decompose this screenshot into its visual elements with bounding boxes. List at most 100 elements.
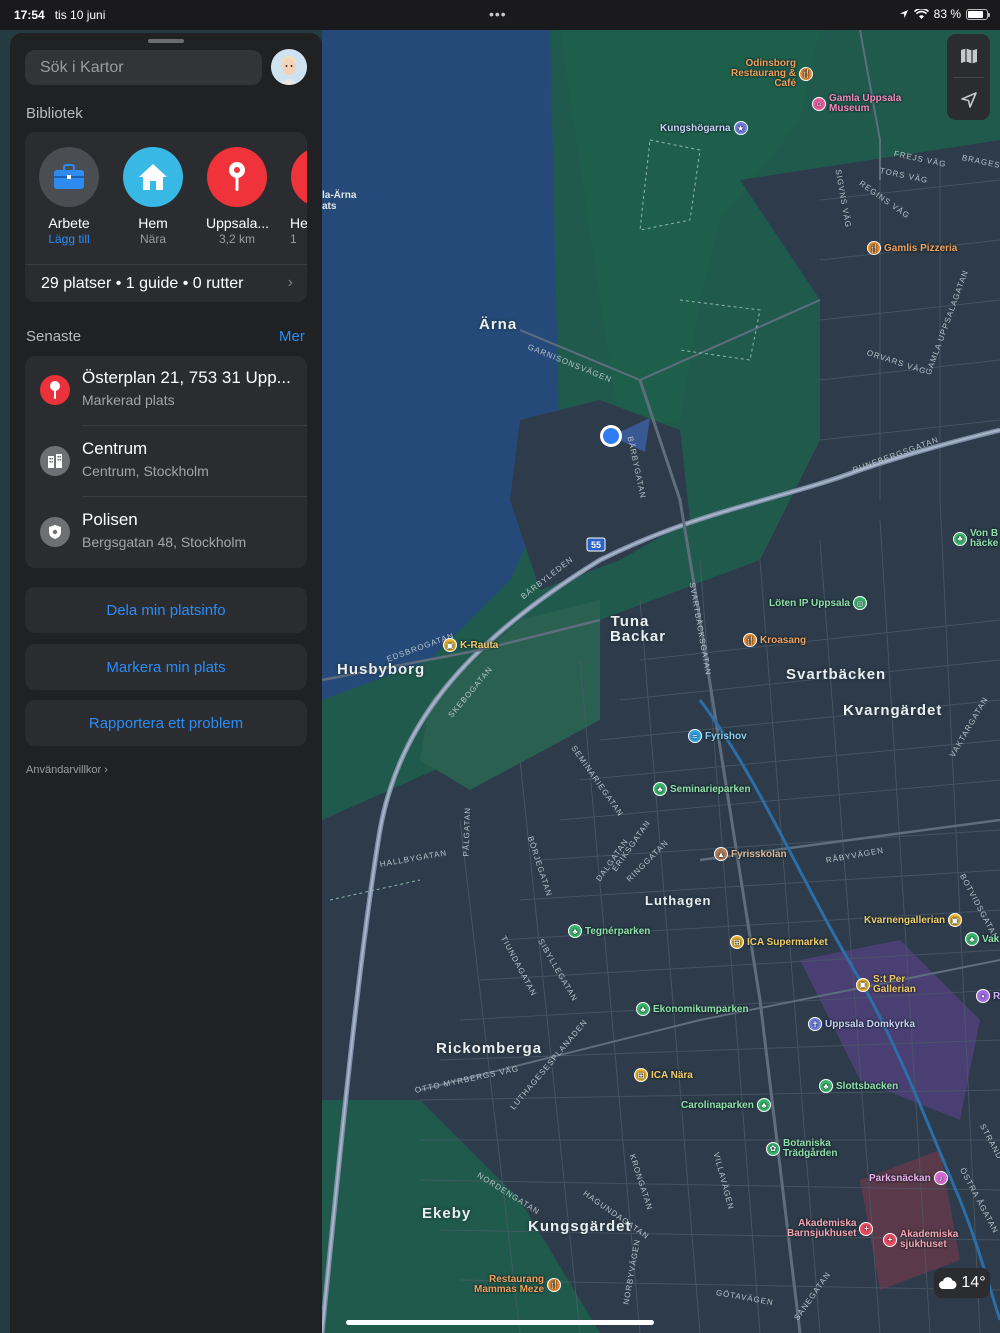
multitask-dots-icon[interactable]: •••	[489, 6, 507, 22]
poi-venue[interactable]: ♪ Parksnäckan	[869, 1171, 948, 1185]
building-icon	[40, 446, 70, 476]
chevron-right-icon: ›	[287, 274, 293, 291]
poi-label: Ekonomikumparken	[653, 1003, 749, 1015]
poi-label: Museum	[829, 103, 870, 114]
tree-icon: ♣	[819, 1079, 833, 1093]
location-arrow-icon	[960, 91, 977, 108]
search-input[interactable]	[40, 58, 247, 77]
poi-park[interactable]: ♣ Vak	[965, 932, 999, 946]
poi-mall[interactable]: ▣ Kvarnengallerian	[864, 913, 963, 927]
favorite-distance: 3,2 km	[218, 232, 255, 246]
library-summary-row[interactable]: 29 platser • 1 guide • 0 rutter ›	[25, 264, 307, 302]
poi-school[interactable]: ▲ Fyrisskolan	[714, 847, 787, 861]
pin-icon	[207, 147, 267, 207]
tree-icon: ♣	[636, 1002, 650, 1016]
poi-label: Carolinaparken	[681, 1099, 754, 1111]
avatar[interactable]	[271, 49, 307, 85]
poi-label: K-Rauta	[460, 639, 499, 651]
recent-item[interactable]: Österplan 21, 753 31 Upp... Markerad pla…	[25, 356, 307, 426]
recent-item[interactable]: Centrum Centrum, Stockholm	[25, 427, 307, 497]
poi-label: Kroasang	[760, 634, 807, 646]
home-indicator[interactable]	[346, 1320, 654, 1325]
recent-title: Senaste	[26, 328, 82, 345]
poi-label: Barnsjukhuset	[787, 1228, 857, 1239]
briefcase-icon	[39, 147, 99, 207]
track-location-button[interactable]	[947, 78, 990, 121]
poi-label: ICA Supermarket	[747, 936, 828, 948]
weather-badge[interactable]: 14°	[934, 1268, 990, 1298]
recent-more-link[interactable]: Mer	[279, 328, 305, 345]
map-area-label: Ärna	[479, 316, 518, 333]
library-summary: 29 platser • 1 guide • 0 rutter	[41, 274, 244, 292]
poi-swim[interactable]: ≈ Fyrishov	[688, 729, 747, 743]
hospital-icon: +	[883, 1233, 897, 1247]
status-date: tis 10 juni	[54, 8, 106, 22]
favorite-name: Arbete	[48, 215, 90, 231]
poi-grocery[interactable]: ⊞ ICA Supermarket	[730, 935, 828, 949]
flower-icon: ✿	[766, 1142, 780, 1156]
poi-hospital[interactable]: + Akademiska sjukhuset	[883, 1230, 958, 1250]
favorite-work[interactable]: Arbete Lägg till	[38, 147, 100, 246]
poi-church[interactable]: ✝ Uppsala Domkyrka	[808, 1017, 915, 1031]
poi-restaurant[interactable]: 🍴 Odinsborg Restaurang & Café	[731, 59, 814, 89]
current-location-icon[interactable]	[603, 428, 619, 444]
poi-label: Parksnäckan	[869, 1172, 931, 1184]
swim-icon: ≈	[688, 729, 702, 743]
poi-restaurant[interactable]: 🍴 Restaurang Mammas Meze	[474, 1275, 562, 1295]
sidebar-panel: Bibliotek Arbete Lägg till Hem Nära	[10, 33, 322, 1333]
report-problem-button[interactable]: Rapportera ett problem	[25, 700, 307, 746]
mark-location-button[interactable]: Markera min plats	[25, 644, 307, 690]
poi-label: Gallerian	[873, 984, 916, 995]
poi-park[interactable]: ♣ Slottsbacken	[819, 1079, 898, 1093]
poi-partial[interactable]: • R	[976, 989, 1000, 1003]
dot-icon: •	[976, 989, 990, 1003]
favorite-distance: 1	[290, 232, 297, 246]
poi-landmark[interactable]: ★ Kungshögarna	[660, 121, 748, 135]
recent-item-title: Centrum	[82, 439, 148, 458]
favorite-partial[interactable]: He 1	[290, 147, 307, 246]
museum-icon: ⌂	[812, 97, 826, 111]
poi-label: Tegnérparken	[585, 925, 651, 937]
poi-mall[interactable]: ▣ S:t Per Gallerian	[856, 975, 916, 995]
poi-restaurant[interactable]: 🍴 Gamlis Pizzeria	[867, 241, 957, 255]
poi-restaurant[interactable]: 🍴 Kroasang	[743, 633, 806, 647]
recent-card: Österplan 21, 753 31 Upp... Markerad pla…	[25, 356, 307, 568]
map-area-label: Tuna Backar	[610, 613, 667, 645]
terms-link[interactable]: Användarvillkor ›	[26, 764, 108, 776]
favorite-add-link[interactable]: Lägg till	[38, 232, 100, 246]
poi-hospital[interactable]: + Akademiska Barnsjukhuset	[787, 1219, 874, 1239]
search-bar[interactable]	[25, 50, 262, 85]
share-location-button[interactable]: Dela min platsinfo	[25, 587, 307, 633]
poi-park[interactable]: ♣ Tegnérparken	[568, 924, 650, 938]
memoji-avatar-icon	[271, 49, 307, 85]
tree-icon: ♣	[653, 782, 667, 796]
poi-label: häcke	[970, 538, 999, 549]
poi-museum[interactable]: ⌂ Gamla Uppsala Museum	[812, 94, 901, 114]
poi-store[interactable]: ▣ K-Rauta	[443, 638, 498, 652]
poi-garden[interactable]: ✿ Botaniska Trädgården	[766, 1139, 837, 1159]
recent-item[interactable]: Polisen Bergsgatan 48, Stockholm	[25, 498, 307, 568]
map-mode-button[interactable]	[947, 34, 990, 77]
police-badge-icon	[40, 517, 70, 547]
poi-park[interactable]: ♣ Carolinaparken	[681, 1098, 771, 1112]
battery-percent: 83 %	[933, 7, 961, 21]
poi-label: Trädgården	[783, 1148, 838, 1159]
map-area-label: Ekeby	[422, 1205, 472, 1222]
poi-grocery[interactable]: ⊞ ICA Nära	[634, 1068, 693, 1082]
poi-park[interactable]: ♣ Seminarieparken	[653, 782, 751, 796]
poi-park[interactable]: ♣ Ekonomikumparken	[636, 1002, 749, 1016]
recent-item-title: Polisen	[82, 510, 138, 529]
favorite-distance: Nära	[139, 232, 166, 246]
poi-sports[interactable]: ◎ Löten IP Uppsala	[769, 596, 867, 610]
poi-label: Kungshögarna	[660, 122, 731, 134]
poi-label: Café	[774, 78, 797, 89]
fork-knife-icon: 🍴	[799, 67, 814, 81]
panel-grabber[interactable]	[148, 39, 184, 43]
favorite-home[interactable]: Hem Nära	[122, 147, 184, 246]
poi-park[interactable]: ♣ Von Bhäcke	[953, 529, 998, 549]
recent-item-subtitle: Centrum, Stockholm	[82, 463, 209, 479]
map-street-label: PÅLGATAN	[461, 806, 473, 857]
fork-knife-icon: 🍴	[547, 1278, 562, 1292]
map-area-label: Luthagen	[645, 893, 712, 908]
favorite-uppsala[interactable]: Uppsala... 3,2 km	[206, 147, 269, 246]
